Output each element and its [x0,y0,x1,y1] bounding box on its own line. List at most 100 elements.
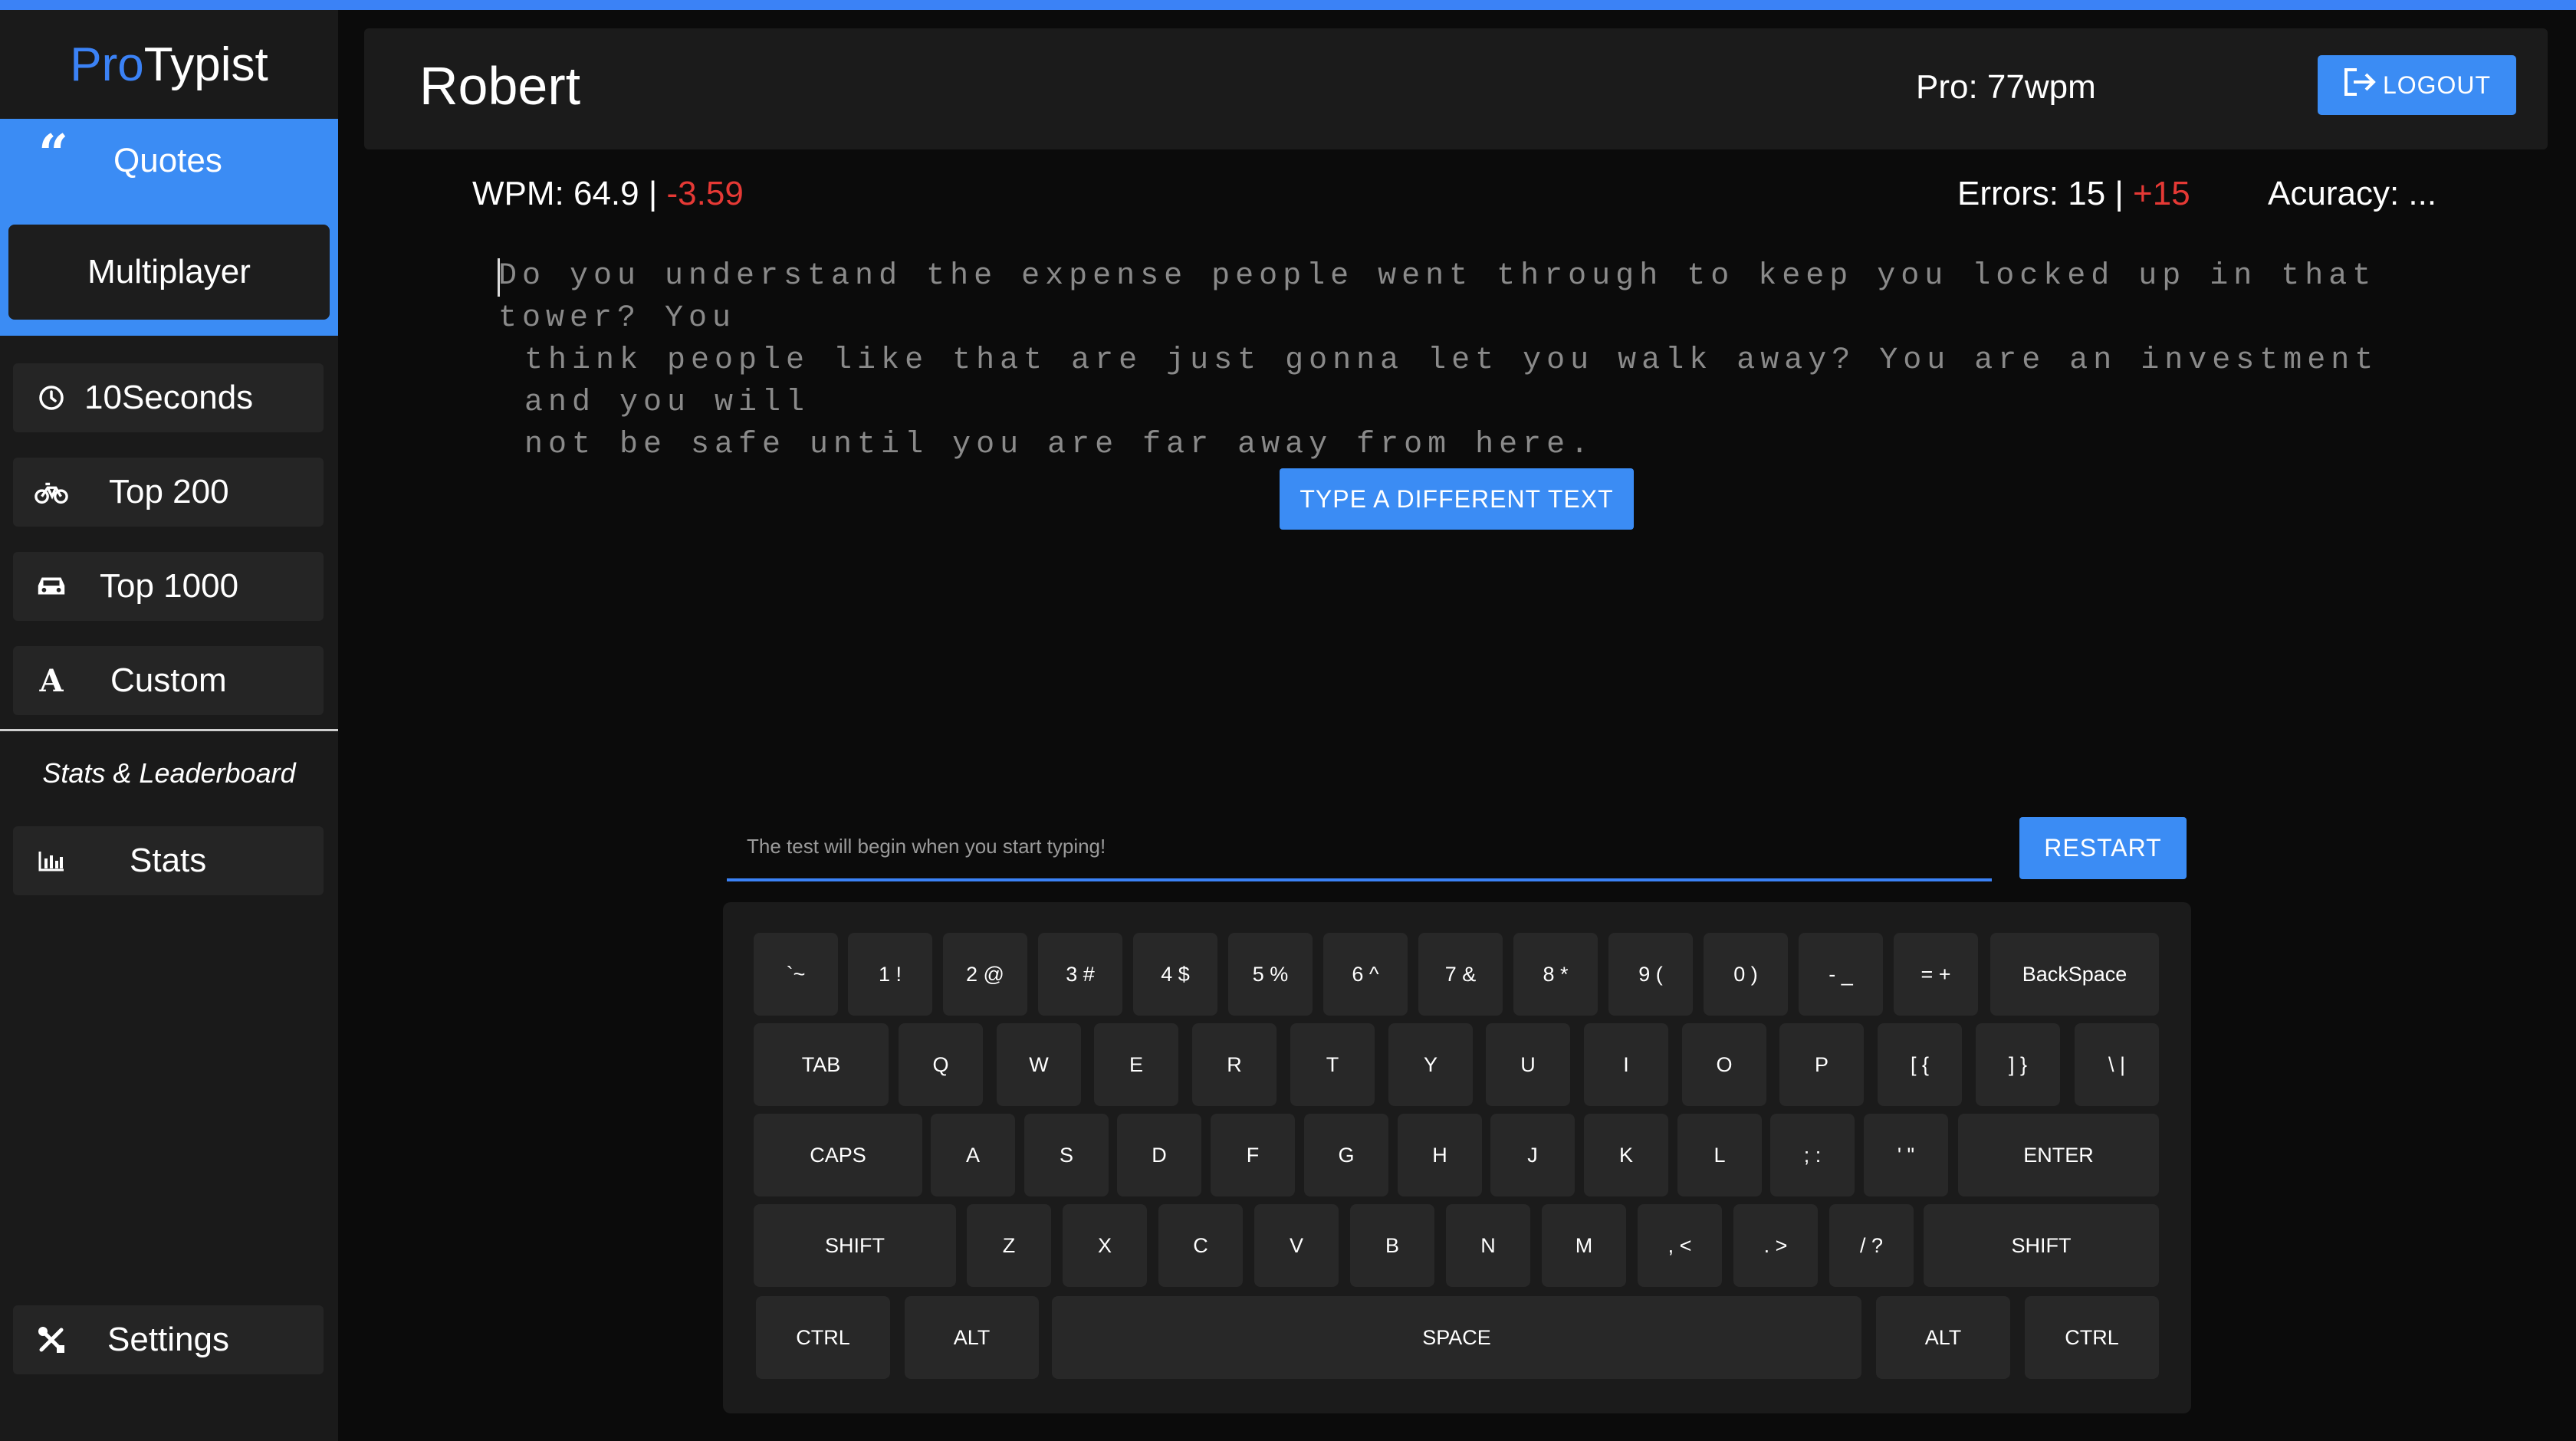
key-backspace[interactable]: BackSpace [1990,933,2159,1016]
sidebar-item-label: Settings [107,1321,229,1358]
restart-button[interactable]: RESTART [2019,817,2187,879]
key-quote[interactable]: ' " [1864,1114,1948,1196]
key-t[interactable]: T [1290,1023,1375,1106]
logout-label: LOGOUT [2382,71,2492,99]
key-ctrl-left[interactable]: CTRL [756,1296,890,1379]
errors-delta: +15 [2133,175,2190,212]
sidebar-divider [0,729,338,731]
key-1[interactable]: 1 ! [848,933,932,1016]
multiplayer-button[interactable]: Multiplayer [8,225,330,320]
key-space[interactable]: SPACE [1052,1296,1861,1379]
key-i[interactable]: I [1584,1023,1668,1106]
key-close-bracket[interactable]: ] } [1976,1023,2060,1106]
key-8[interactable]: 8 * [1513,933,1598,1016]
top-accent-bar [0,0,2576,10]
passage-line: Do you understand the expense people wen… [498,259,2377,336]
clock-icon [34,381,68,415]
key-y[interactable]: Y [1388,1023,1473,1106]
key-w[interactable]: W [997,1023,1081,1106]
key-n[interactable]: N [1446,1204,1530,1287]
key-equals[interactable]: = + [1894,933,1978,1016]
key-9[interactable]: 9 ( [1608,933,1693,1016]
brand-pro: Pro [70,38,144,91]
key-a[interactable]: A [931,1114,1015,1196]
key-period[interactable]: . > [1733,1204,1818,1287]
sidebar-item-top-200[interactable]: Top 200 [13,458,324,527]
key-c[interactable]: C [1158,1204,1243,1287]
key-backslash[interactable]: \ | [2075,1023,2159,1106]
sidebar: Pro Typist “ Quotes Multiplayer 10Seconds… [0,10,338,1441]
type-different-text-button[interactable]: TYPE A DIFFERENT TEXT [1280,468,1634,530]
key-minus[interactable]: - _ [1799,933,1883,1016]
key-j[interactable]: J [1490,1114,1575,1196]
sidebar-item-label: Stats [130,842,207,879]
key-z[interactable]: Z [967,1204,1051,1287]
main-header: Robert Pro: 77wpm LOGOUT [364,28,2548,149]
key-0[interactable]: 0 ) [1704,933,1788,1016]
key-o[interactable]: O [1682,1023,1766,1106]
key-shift-right[interactable]: SHIFT [1924,1204,2159,1287]
key-ctrl-right[interactable]: CTRL [2025,1296,2159,1379]
key-q[interactable]: Q [899,1023,983,1106]
key-caps[interactable]: CAPS [754,1114,922,1196]
brand-typist: Typist [143,38,268,91]
stats-leaderboard-heading: Stats & Leaderboard [42,757,296,789]
key-e[interactable]: E [1094,1023,1178,1106]
key-r[interactable]: R [1192,1023,1276,1106]
key-l[interactable]: L [1677,1114,1762,1196]
sidebar-item-top-1000[interactable]: Top 1000 [13,552,324,621]
key-f[interactable]: F [1211,1114,1295,1196]
errors-label: Errors: 15 | [1957,175,2134,212]
sidebar-item-custom[interactable]: A Custom [13,646,324,715]
tools-icon [34,1323,68,1357]
key-semicolon[interactable]: ; : [1770,1114,1855,1196]
key-2[interactable]: 2 @ [943,933,1027,1016]
key-alt-left[interactable]: ALT [905,1296,1039,1379]
sidebar-item-quotes[interactable]: “ Quotes [0,119,338,211]
letter-a-icon: A [39,662,64,699]
key-3[interactable]: 3 # [1038,933,1122,1016]
key-u[interactable]: U [1486,1023,1570,1106]
car-icon [34,570,68,603]
brand-logo[interactable]: Pro Typist [0,10,338,119]
typing-passage: Do you understand the expense people wen… [498,255,2384,466]
key-shift-left[interactable]: SHIFT [754,1204,956,1287]
sidebar-item-10seconds[interactable]: 10Seconds [13,363,324,432]
quote-icon: “ [38,123,69,185]
key-6[interactable]: 6 ^ [1323,933,1408,1016]
key-enter[interactable]: ENTER [1958,1114,2159,1196]
typing-input[interactable] [727,814,1992,881]
key-slash[interactable]: / ? [1829,1204,1914,1287]
key-d[interactable]: D [1117,1114,1201,1196]
sidebar-item-label: Custom [110,661,227,699]
sidebar-item-settings[interactable]: Settings [13,1305,324,1374]
key-g[interactable]: G [1304,1114,1388,1196]
key-b[interactable]: B [1350,1204,1434,1287]
key-k[interactable]: K [1584,1114,1668,1196]
passage-line: think people like that are just gonna le… [524,343,2379,420]
passage-line: not be safe until you are far away from … [524,428,1595,462]
quotes-section: “ Quotes Multiplayer [0,119,338,336]
key-v[interactable]: V [1254,1204,1339,1287]
bar-chart-icon [34,844,68,878]
wpm-stat: WPM: 64.9 | -3.59 [472,175,744,213]
key-7[interactable]: 7 & [1418,933,1503,1016]
key-s[interactable]: S [1024,1114,1109,1196]
sidebar-item-label: Quotes [113,142,222,179]
key-open-bracket[interactable]: [ { [1878,1023,1962,1106]
key-4[interactable]: 4 $ [1133,933,1217,1016]
key-x[interactable]: X [1063,1204,1147,1287]
key-5[interactable]: 5 % [1228,933,1313,1016]
key-p[interactable]: P [1779,1023,1864,1106]
logout-button[interactable]: LOGOUT [2318,55,2516,115]
key-tab[interactable]: TAB [754,1023,889,1106]
logout-icon [2343,67,2383,103]
key-h[interactable]: H [1398,1114,1482,1196]
key-alt-right[interactable]: ALT [1876,1296,2010,1379]
accuracy-stat: Acuracy: ... [2268,175,2437,212]
key-m[interactable]: M [1542,1204,1626,1287]
key-backtick[interactable]: `~ [754,933,838,1016]
sidebar-item-stats[interactable]: Stats [13,826,324,895]
username: Robert [419,56,581,116]
key-comma[interactable]: , < [1638,1204,1722,1287]
